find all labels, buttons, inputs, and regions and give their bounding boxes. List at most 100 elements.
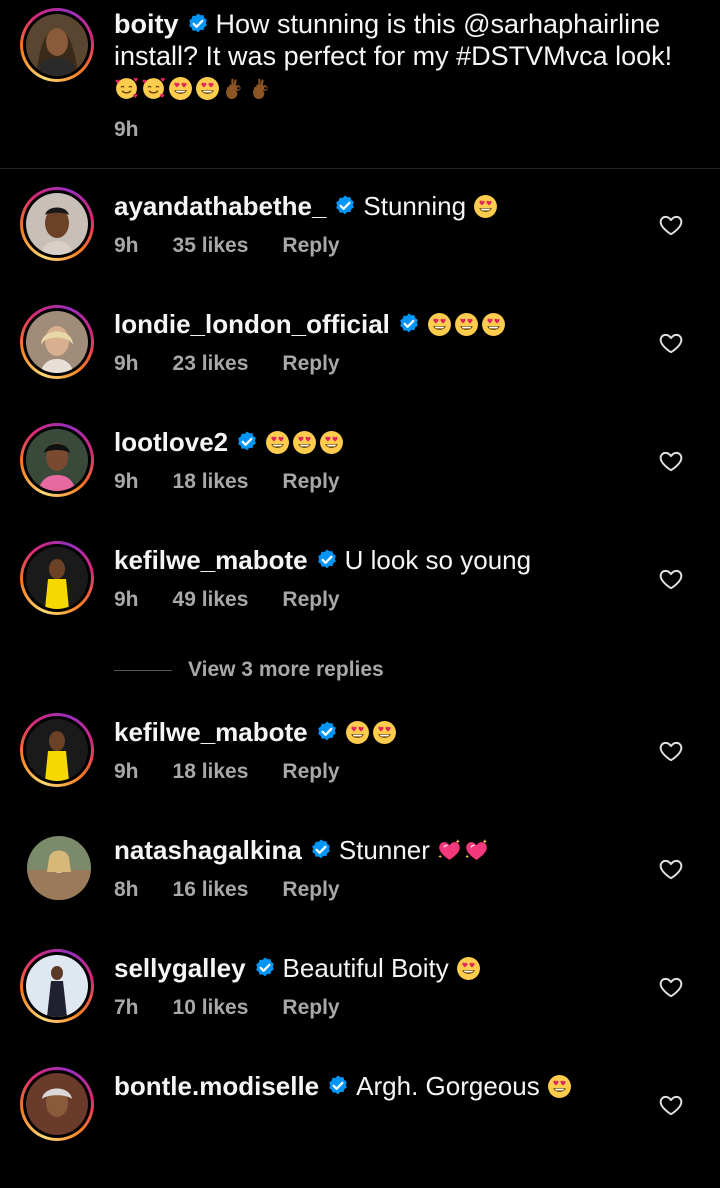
reply-button[interactable]: Reply xyxy=(282,234,339,258)
caption-text: boity How stunning is this @sarhaphairlin… xyxy=(114,8,704,104)
verified-badge-icon xyxy=(235,430,259,454)
verified-badge-icon xyxy=(186,12,210,36)
reply-button[interactable]: Reply xyxy=(282,996,339,1020)
comment-timestamp: 9h xyxy=(114,352,139,375)
verified-badge-icon xyxy=(326,1074,350,1098)
verified-badge-icon xyxy=(397,312,421,336)
verified-badge-icon xyxy=(333,194,357,218)
comment-meta: 8h 16 likes Reply xyxy=(114,878,374,902)
like-heart-icon[interactable] xyxy=(658,856,684,882)
post-author-avatar[interactable] xyxy=(20,8,94,82)
comment-timestamp: 9h xyxy=(114,470,139,493)
heart-eyes-emoji-icon xyxy=(372,720,397,745)
comment-avatar[interactable] xyxy=(20,713,94,787)
comment-username[interactable]: londie_london_official xyxy=(114,309,390,339)
comment-row: kefilwe_mabote U look so young 9h 49 likes… xyxy=(0,541,720,662)
comment-username[interactable]: ayandathabethe_ xyxy=(114,191,326,221)
comment-meta: 9h 49 likes Reply xyxy=(114,588,374,612)
comment-avatar[interactable] xyxy=(20,423,94,497)
comment-likes-count[interactable]: 35 likes xyxy=(173,234,249,258)
like-heart-icon[interactable] xyxy=(658,566,684,592)
view-more-replies-label: View 3 more replies xyxy=(188,658,384,681)
like-heart-icon[interactable] xyxy=(658,330,684,356)
like-heart-icon[interactable] xyxy=(658,1092,684,1118)
comment-text: U look so young xyxy=(344,545,532,575)
comment-timestamp: 7h xyxy=(114,996,139,1019)
comment-row: sellygalley Beautiful Boity 7h 10 likes Rep… xyxy=(0,949,720,1070)
comment-avatar[interactable] xyxy=(20,1067,94,1141)
comment-avatar[interactable] xyxy=(27,836,91,900)
comment-meta: 9h 18 likes Reply xyxy=(114,760,374,784)
heart-eyes-emoji-icon xyxy=(454,312,479,337)
comment-username[interactable]: kefilwe_mabote xyxy=(114,717,308,747)
comment-username[interactable]: kefilwe_mabote xyxy=(114,545,308,575)
comment-body: londie_london_official xyxy=(114,308,654,340)
heart-eyes-emoji-icon xyxy=(292,430,317,455)
comment-text: Argh. Gorgeous xyxy=(356,1071,540,1101)
like-heart-icon[interactable] xyxy=(658,738,684,764)
comment-timestamp: 9h xyxy=(114,234,139,257)
comment-body: sellygalley Beautiful Boity xyxy=(114,952,654,984)
comment-username[interactable]: natashagalkina xyxy=(114,835,302,865)
comment-row: bontle.modiselle Argh. Gorgeous xyxy=(0,1067,720,1188)
comment-username[interactable]: bontle.modiselle xyxy=(114,1071,319,1101)
heart-eyes-emoji-icon xyxy=(456,956,481,981)
heart-eyes-emoji-icon xyxy=(345,720,370,745)
comment-likes-count[interactable]: 16 likes xyxy=(173,878,249,902)
verified-badge-icon xyxy=(253,956,277,980)
reply-button[interactable]: Reply xyxy=(282,588,339,612)
heart-eyes-emoji-icon xyxy=(481,312,506,337)
comment-likes-count[interactable]: 18 likes xyxy=(173,470,249,494)
comment-body: bontle.modiselle Argh. Gorgeous xyxy=(114,1070,654,1102)
reply-button[interactable]: Reply xyxy=(282,760,339,784)
comment-row: ayandathabethe_ Stunning 9h 35 likes Reply xyxy=(0,187,720,308)
caption-emojis xyxy=(114,73,276,103)
comment-likes-count[interactable]: 23 likes xyxy=(173,352,249,376)
comment-row: kefilwe_mabote 9h 18 likes Reply xyxy=(0,713,720,834)
view-more-replies-button[interactable]: View 3 more replies xyxy=(114,655,384,685)
comment-body: lootlove2 xyxy=(114,426,654,458)
caption-username[interactable]: boity xyxy=(114,9,179,39)
comment-meta: 9h 35 likes Reply xyxy=(114,234,374,258)
comment-text: Stunning xyxy=(363,191,467,221)
comment-timestamp: 9h xyxy=(114,760,139,783)
like-heart-icon[interactable] xyxy=(658,974,684,1000)
comment-body: ayandathabethe_ Stunning xyxy=(114,190,654,222)
comment-likes-count[interactable]: 10 likes xyxy=(173,996,249,1020)
comment-username[interactable]: sellygalley xyxy=(114,953,246,983)
comment-avatar[interactable] xyxy=(20,187,94,261)
comment-avatar[interactable] xyxy=(20,305,94,379)
heart-eyes-emoji-icon xyxy=(473,194,498,219)
comment-likes-count[interactable]: 49 likes xyxy=(173,588,249,612)
smiling-face-with-hearts-emoji-icon xyxy=(114,76,139,101)
verified-badge-icon xyxy=(309,838,333,862)
verified-badge-icon xyxy=(315,720,339,744)
comment-likes-count[interactable]: 18 likes xyxy=(173,760,249,784)
comment-timestamp: 8h xyxy=(114,878,139,901)
reply-button[interactable]: Reply xyxy=(282,470,339,494)
comment-meta: 7h 10 likes Reply xyxy=(114,996,374,1020)
sparkling-heart-emoji-icon xyxy=(437,838,462,863)
comment-row: londie_london_official 9h 23 likes Reply xyxy=(0,305,720,426)
comment-meta: 9h 23 likes Reply xyxy=(114,352,374,376)
comment-avatar[interactable] xyxy=(20,949,94,1023)
comment-meta: 9h 18 likes Reply xyxy=(114,470,374,494)
heart-eyes-emoji-icon xyxy=(195,76,220,101)
reply-button[interactable]: Reply xyxy=(282,878,339,902)
post-caption: boity How stunning is this @sarhaphairlin… xyxy=(0,0,720,169)
replies-divider xyxy=(114,669,172,671)
ok-hand-dark-emoji-icon xyxy=(249,76,274,101)
heart-eyes-emoji-icon xyxy=(547,1074,572,1099)
reply-button[interactable]: Reply xyxy=(282,352,339,376)
comment-username[interactable]: lootlove2 xyxy=(114,427,228,457)
comment-row: lootlove2 9h 18 likes Reply xyxy=(0,423,720,544)
comment-body: natashagalkina Stunner xyxy=(114,834,654,866)
heart-eyes-emoji-icon xyxy=(319,430,344,455)
like-heart-icon[interactable] xyxy=(658,448,684,474)
comment-text: Stunner xyxy=(338,835,430,865)
verified-badge-icon xyxy=(315,548,339,572)
comment-avatar[interactable] xyxy=(20,541,94,615)
heart-eyes-emoji-icon xyxy=(168,76,193,101)
like-heart-icon[interactable] xyxy=(658,212,684,238)
sparkling-heart-emoji-icon xyxy=(464,838,489,863)
